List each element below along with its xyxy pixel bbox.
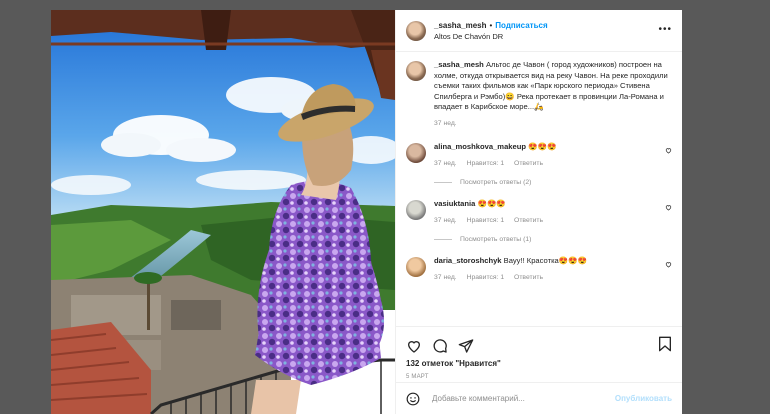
caption-avatar[interactable] — [406, 61, 426, 81]
comment-text: 😍😍😍 — [477, 199, 506, 208]
post-actions: 132 отметок "Нравится" 5 МАРТ — [396, 326, 682, 382]
view-replies[interactable]: Посмотреть ответы (2) — [434, 179, 672, 186]
view-replies-label[interactable]: Посмотреть ответы (2) — [460, 179, 531, 186]
share-icon[interactable] — [458, 338, 474, 354]
caption-username[interactable]: _sasha_mesh — [434, 60, 484, 69]
comment-icon[interactable] — [432, 338, 448, 354]
author-avatar[interactable] — [406, 20, 426, 41]
photo-image — [51, 10, 395, 414]
comment-input[interactable] — [430, 393, 615, 404]
comments-panel: _sasha_mesh • Подписаться Altos De Chavón … — [395, 10, 682, 414]
caption-time: 37 нед. — [434, 119, 457, 127]
comment-time: 37 нед. — [434, 217, 457, 224]
comment-likes[interactable]: Нравится: 1 — [467, 160, 505, 167]
comment-likes[interactable]: Нравится: 1 — [467, 274, 505, 281]
comment-username[interactable]: alina_moshkova_makeup — [434, 142, 526, 151]
comment-text: 😍😍😍 — [528, 142, 557, 151]
reply-button[interactable]: Ответить — [514, 160, 543, 167]
post-header: _sasha_mesh • Подписаться Altos De Chavón … — [396, 10, 682, 52]
comment-username[interactable]: daria_storoshchyk — [434, 256, 502, 265]
like-heart-icon[interactable] — [406, 338, 422, 354]
comment-time: 37 нед. — [434, 160, 457, 167]
follow-button[interactable]: Подписаться — [495, 21, 547, 30]
post-photo[interactable] — [51, 10, 395, 414]
comment-time: 37 нед. — [434, 274, 457, 281]
comment-item: daria_storoshchyk Вауу!! Красотка😍😍😍 37 … — [406, 255, 672, 283]
comment-avatar[interactable] — [406, 143, 426, 163]
likes-count[interactable]: 132 отметок "Нравится" — [406, 359, 672, 368]
comment-avatar[interactable] — [406, 200, 426, 220]
more-icon[interactable]: ••• — [658, 24, 672, 35]
comment-username[interactable]: vasiuktania — [434, 199, 475, 208]
post-location[interactable]: Altos De Chavón DR — [434, 31, 548, 42]
comment-likes[interactable]: Нравится: 1 — [467, 217, 505, 224]
comment-avatar[interactable] — [406, 257, 426, 277]
comment-heart-icon[interactable] — [665, 261, 672, 268]
view-replies[interactable]: Посмотреть ответы (1) — [434, 236, 672, 243]
post-date: 5 МАРТ — [406, 374, 429, 380]
replies-line — [434, 239, 452, 240]
bookmark-icon[interactable] — [658, 336, 672, 352]
replies-line — [434, 182, 452, 183]
publish-button[interactable]: Опубликовать — [615, 394, 672, 403]
comments-list: _sasha_mesh Альтос де Чавон ( город худо… — [406, 60, 672, 283]
view-replies-label[interactable]: Посмотреть ответы (1) — [460, 236, 531, 243]
separator-dot: • — [489, 20, 493, 30]
author-username[interactable]: _sasha_mesh — [434, 21, 486, 30]
reply-button[interactable]: Ответить — [514, 274, 543, 281]
comment-heart-icon[interactable] — [665, 204, 672, 211]
caption: _sasha_mesh Альтос де Чавон ( город худо… — [406, 60, 672, 129]
post-modal: _sasha_mesh • Подписаться Altos De Chavón … — [51, 10, 682, 414]
reply-button[interactable]: Ответить — [514, 217, 543, 224]
comment-text: Вауу!! Красотка😍😍😍 — [503, 256, 588, 265]
comment-item: alina_moshkova_makeup 😍😍😍 37 нед. Нравит… — [406, 141, 672, 169]
comment-item: vasiuktania 😍😍😍 37 нед. Нравится: 1 Отве… — [406, 198, 672, 226]
emoji-icon[interactable] — [406, 392, 420, 406]
comment-heart-icon[interactable] — [665, 147, 672, 154]
add-comment-bar: Опубликовать — [396, 382, 682, 414]
